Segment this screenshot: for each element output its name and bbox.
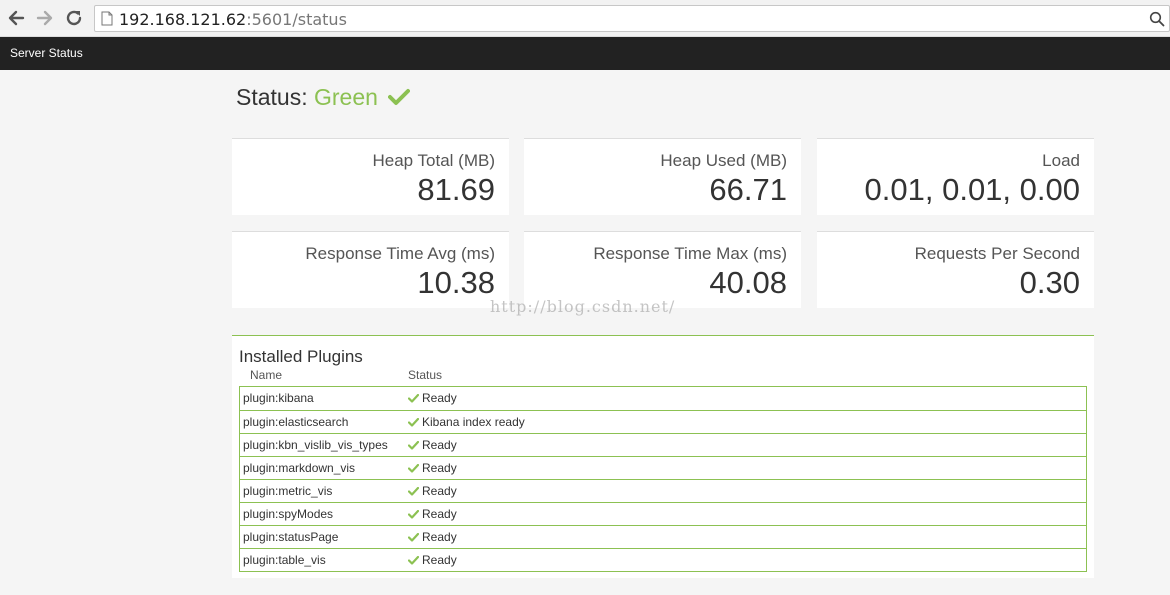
browser-toolbar: 192.168.121.62:5601/status — [0, 0, 1170, 37]
plugin-status: Ready — [407, 553, 457, 567]
table-row: plugin:statusPage Ready — [240, 525, 1086, 548]
metric-load: Load 0.01, 0.01, 0.00 — [817, 138, 1094, 215]
plugin-status-text: Ready — [422, 530, 457, 544]
metric-label: Heap Used (MB) — [660, 151, 787, 170]
metric-label: Requests Per Second — [914, 244, 1080, 263]
metric-heap-used: Heap Used (MB) 66.71 — [524, 138, 801, 215]
back-arrow-icon — [8, 10, 25, 26]
reload-button[interactable] — [62, 6, 86, 30]
checkmark-icon — [407, 486, 420, 496]
status-state: Green — [314, 84, 378, 110]
plugin-name: plugin:spyModes — [243, 507, 334, 521]
metric-label: Response Time Max (ms) — [593, 244, 787, 263]
checkmark-icon — [407, 463, 420, 473]
magnifier-icon[interactable] — [1149, 11, 1165, 32]
reload-icon — [66, 10, 82, 26]
plugin-status-text: Ready — [422, 507, 457, 521]
metric-value: 81.69 — [417, 172, 495, 207]
table-row: plugin:spyModes Ready — [240, 502, 1086, 525]
url-host: 192.168.121.62 — [119, 10, 247, 29]
metric-label: Response Time Avg (ms) — [305, 244, 495, 263]
metric-value: 0.30 — [1019, 265, 1080, 300]
table-row: plugin:elasticsearch Kibana index ready — [240, 410, 1086, 433]
plugin-status-text: Ready — [422, 438, 457, 452]
column-header-name: Name — [250, 368, 283, 382]
metric-value: 10.38 — [417, 265, 495, 300]
plugin-status-text: Ready — [422, 553, 457, 567]
table-row: plugin:metric_vis Ready — [240, 479, 1086, 502]
page-icon — [101, 11, 113, 31]
checkmark-icon — [407, 532, 420, 542]
plugin-name: plugin:markdown_vis — [243, 461, 356, 475]
plugins-table: plugin:kibana Ready plugin:elasticsearch Ki… — [239, 386, 1087, 572]
checkmark-icon — [407, 555, 420, 565]
watermark: http://blog.csdn.net/ — [490, 297, 676, 316]
metric-value: 66.71 — [709, 172, 787, 207]
metric-requests-per-second: Requests Per Second 0.30 — [817, 231, 1094, 308]
plugin-status: Ready — [407, 507, 457, 521]
app-title[interactable]: Server Status — [10, 46, 83, 60]
plugin-status: Ready — [407, 484, 457, 498]
plugin-status-text: Ready — [422, 391, 457, 405]
back-button[interactable] — [4, 6, 28, 30]
metric-label: Heap Total (MB) — [372, 151, 495, 170]
column-header-status: Status — [408, 368, 443, 382]
plugin-name: plugin:elasticsearch — [243, 415, 349, 429]
checkmark-icon — [407, 440, 420, 450]
plugin-status: Ready — [407, 461, 457, 475]
plugin-status: Kibana index ready — [407, 415, 525, 429]
table-row: plugin:kibana Ready — [240, 387, 1086, 410]
plugin-status: Ready — [407, 438, 457, 452]
url-text: 192.168.121.62:5601/status — [119, 10, 347, 29]
plugin-name: plugin:metric_vis — [243, 484, 333, 498]
plugin-name: plugin:kibana — [243, 391, 314, 405]
metric-label: Load — [1042, 151, 1080, 170]
table-row: plugin:table_vis Ready — [240, 548, 1086, 571]
checkmark-icon — [407, 417, 420, 427]
plugin-name: plugin:table_vis — [243, 553, 326, 567]
checkmark-icon — [407, 509, 420, 519]
table-row: plugin:markdown_vis Ready — [240, 456, 1086, 479]
installed-plugins-panel: Installed Plugins Name Status plugin:kib… — [232, 335, 1094, 578]
forward-arrow-icon — [36, 10, 53, 26]
plugin-status-text: Kibana index ready — [422, 415, 525, 429]
checkmark-icon — [407, 393, 420, 403]
app-topbar: Server Status — [0, 37, 1170, 70]
metric-heap-total: Heap Total (MB) 81.69 — [232, 138, 509, 215]
metric-value: 0.01, 0.01, 0.00 — [864, 172, 1080, 207]
address-bar[interactable]: 192.168.121.62:5601/status — [94, 5, 1170, 32]
table-row: plugin:kbn_vislib_vis_types Ready — [240, 433, 1086, 456]
plugins-title: Installed Plugins — [239, 347, 363, 366]
plugin-status: Ready — [407, 530, 457, 544]
plugin-status: Ready — [407, 391, 457, 405]
metric-response-time-avg: Response Time Avg (ms) 10.38 — [232, 231, 509, 308]
metric-value: 40.08 — [709, 265, 787, 300]
url-path: :5601/status — [246, 10, 347, 29]
status-prefix: Status: — [236, 84, 308, 110]
plugin-status-text: Ready — [422, 484, 457, 498]
plugin-status-text: Ready — [422, 461, 457, 475]
plugin-name: plugin:statusPage — [243, 530, 339, 544]
status-heading: Status: Green — [236, 84, 411, 111]
checkmark-icon — [388, 89, 411, 105]
plugin-name: plugin:kbn_vislib_vis_types — [243, 438, 388, 452]
forward-button[interactable] — [33, 6, 57, 30]
